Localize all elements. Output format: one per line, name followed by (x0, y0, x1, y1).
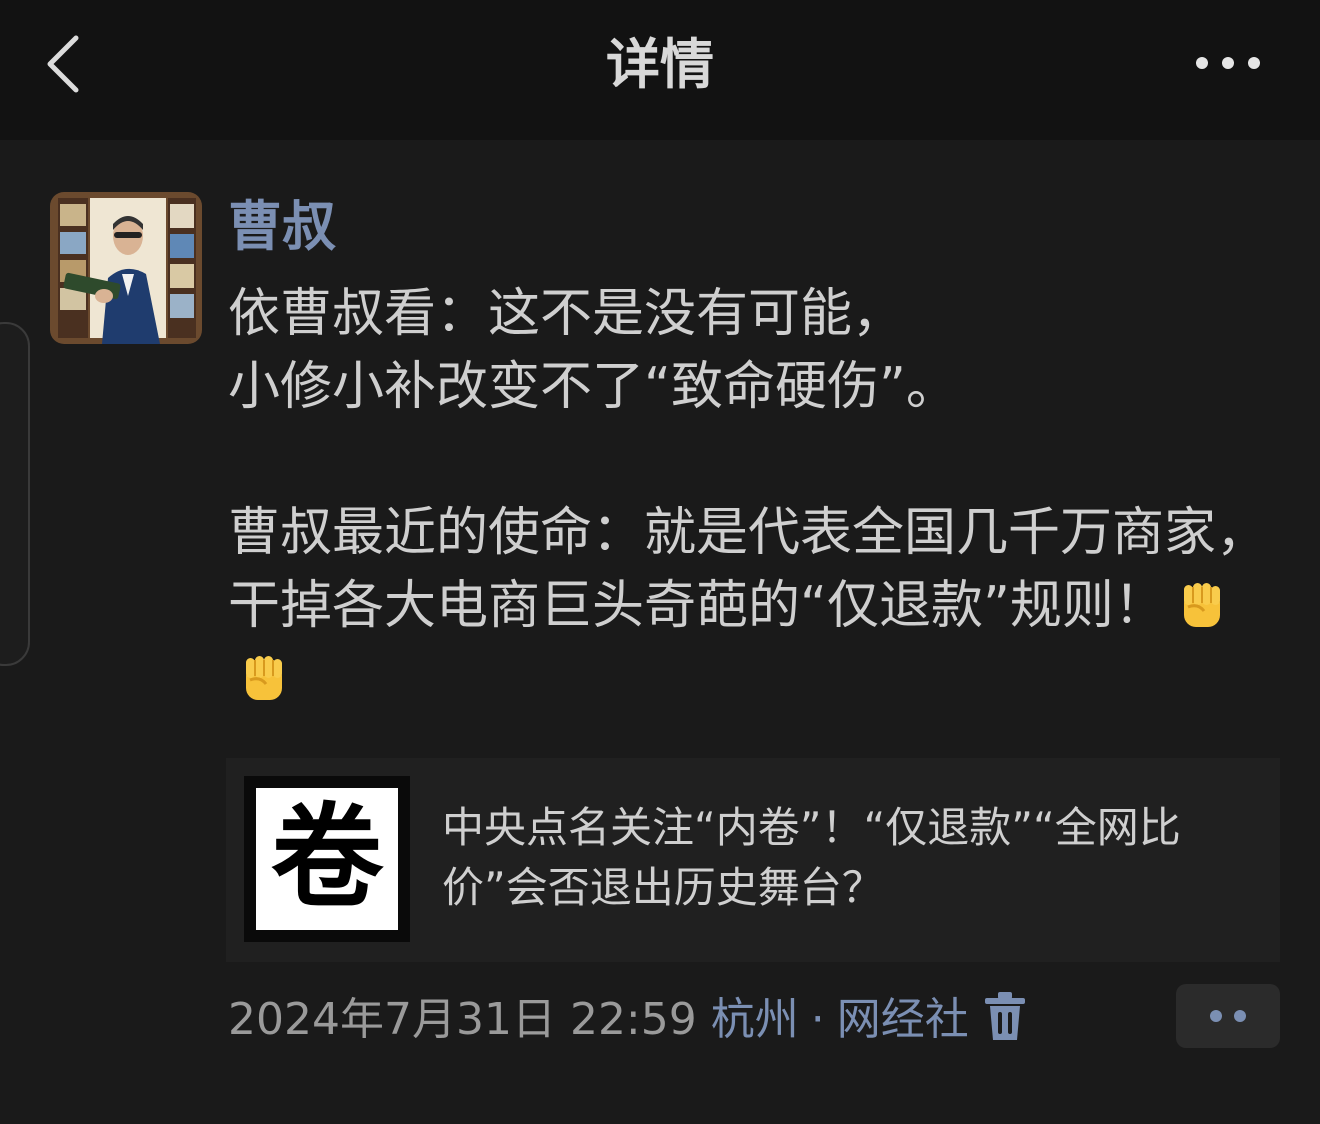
post-line: 依曹叔看：这不是没有可能， (228, 284, 905, 344)
raised-fist-icon (246, 656, 282, 700)
linked-article-card[interactable]: 卷 中央点名关注“内卷”！“仅退款”“全网比价”会否退出历史舞台？ (226, 758, 1280, 962)
post-actions-button[interactable] (1176, 984, 1280, 1048)
thumbnail-glyph: 卷 (271, 793, 384, 923)
detail-page: 详情 曹叔 依曹叔看：这不是没有可能， 小修小补改变不了“致命硬伤”。 曹叔最近… (0, 0, 1320, 1124)
post-body: 依曹叔看：这不是没有可能， 小修小补改变不了“致命硬伤”。 曹叔最近的使命：就是… (228, 278, 1268, 716)
trash-icon[interactable] (983, 992, 1027, 1042)
more-options-button[interactable] (1190, 48, 1266, 78)
post-line-text: 曹叔最近的使命：就是代表全国几千万商家，干掉各大电商巨头奇葩的“仅退款”规则！ (228, 503, 1269, 636)
article-thumbnail: 卷 (244, 776, 410, 942)
author-name[interactable]: 曹叔 (228, 192, 336, 262)
post-line: 曹叔最近的使命：就是代表全国几千万商家，干掉各大电商巨头奇葩的“仅退款”规则！ (228, 497, 1268, 716)
side-drawer-handle[interactable] (0, 322, 30, 666)
dots-icon (1210, 1010, 1246, 1022)
post-datetime: 2024年7月31日 22:59 (228, 994, 697, 1045)
avatar[interactable] (50, 192, 202, 344)
article-title: 中央点名关注“内卷”！“仅退款”“全网比价”会否退出历史舞台？ (442, 803, 1181, 912)
post-meta: 2024年7月31日 22:59 杭州 · 网经社 (228, 990, 1027, 1050)
post-location[interactable]: 杭州 (711, 994, 799, 1045)
ellipsis-icon (1196, 57, 1260, 69)
post-source[interactable]: 网经社 (837, 994, 969, 1045)
page-title: 详情 (606, 33, 714, 96)
avatar-image (50, 192, 202, 344)
raised-fist-icon (1183, 583, 1220, 627)
top-nav-bar: 详情 (0, 0, 1320, 140)
meta-separator: · (810, 994, 825, 1045)
post-line: 小修小补改变不了“致命硬伤”。 (228, 357, 958, 417)
